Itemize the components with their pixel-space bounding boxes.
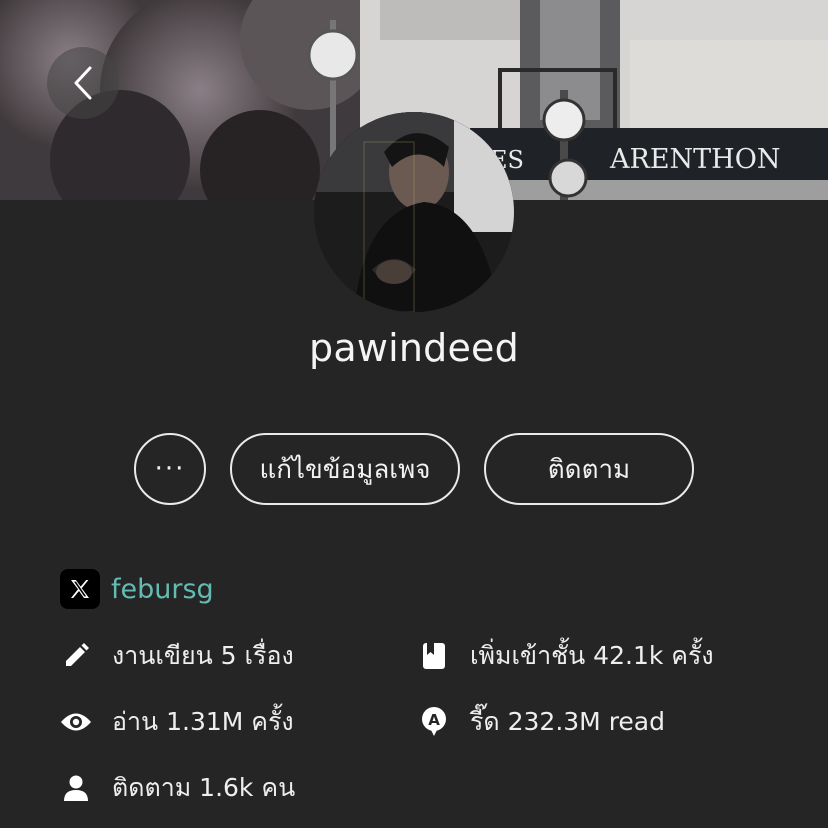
page-title: pawindeed — [309, 326, 519, 370]
person-icon — [60, 772, 92, 804]
edit-page-button[interactable]: แก้ไขข้อมูลเพจ — [230, 433, 460, 505]
stat-works-text: งานเขียน 5 เรื่อง — [112, 641, 294, 670]
edit-page-label: แก้ไขข้อมูลเพจ — [259, 454, 431, 485]
stat-library: เพิ่มเข้าชั้น 42.1k ครั้ง — [418, 636, 714, 676]
follow-button[interactable]: ติดตาม — [484, 433, 694, 505]
shop-sign-text: ARENTHON — [609, 144, 780, 175]
stat-followers: ติดตาม 1.6k คน — [60, 768, 295, 808]
follow-label: ติดตาม — [547, 454, 631, 485]
avatar[interactable] — [314, 112, 514, 312]
svg-text:A: A — [428, 711, 440, 729]
action-bar: ··· แก้ไขข้อมูลเพจ ติดตาม — [0, 433, 828, 505]
stat-reads: อ่าน 1.31M ครั้ง — [60, 702, 294, 742]
more-options-button[interactable]: ··· — [134, 433, 206, 505]
speech-badge-icon: A — [418, 706, 450, 738]
stat-reedd: A รี๊ด 232.3M read — [418, 702, 665, 742]
stat-followers-text: ติดตาม 1.6k คน — [112, 773, 296, 802]
stat-reedd-text: รี๊ด 232.3M read — [470, 707, 665, 736]
stat-reads-text: อ่าน 1.31M ครั้ง — [112, 707, 294, 736]
ellipsis-icon: ··· — [154, 454, 186, 484]
social-link-x[interactable]: febursg — [60, 568, 214, 610]
social-handle[interactable]: febursg — [111, 574, 214, 605]
pencil-icon — [60, 640, 92, 672]
stat-works: งานเขียน 5 เรื่อง — [60, 636, 294, 676]
back-button[interactable] — [47, 47, 119, 119]
x-logo-icon — [60, 569, 100, 609]
stat-library-text: เพิ่มเข้าชั้น 42.1k ครั้ง — [470, 641, 714, 670]
eye-icon — [60, 706, 92, 738]
chevron-left-icon — [74, 66, 92, 100]
book-icon — [418, 640, 450, 672]
